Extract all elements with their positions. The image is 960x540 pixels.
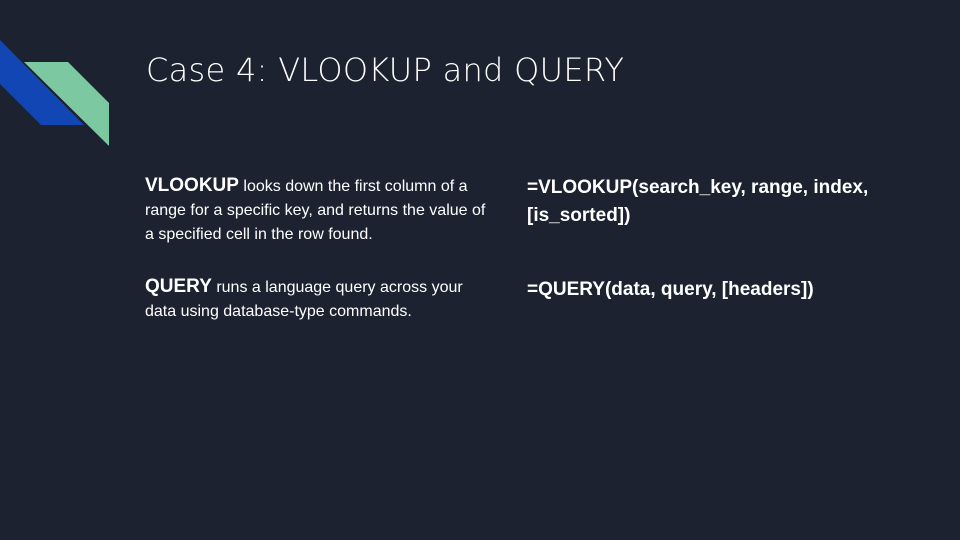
vlookup-description: VLOOKUP looks down the first column of a… [145,174,495,247]
vlookup-formula: =VLOOKUP(search_key, range, index, [is_s… [527,177,869,226]
corner-decoration [0,40,109,146]
slide: Case 4: VLOOKUP and QUERY VLOOKUP looks … [0,0,960,540]
formulas-column: =VLOOKUP(search_key, range, index, [is_s… [527,174,907,304]
vlookup-term: VLOOKUP [145,175,239,196]
slide-title: Case 4: VLOOKUP and QUERY [146,51,625,89]
query-description: QUERY runs a language query across your … [145,275,495,324]
descriptions-column: VLOOKUP looks down the first column of a… [145,174,495,352]
query-term: QUERY [145,276,212,297]
query-formula: =QUERY(data, query, [headers]) [527,279,814,300]
